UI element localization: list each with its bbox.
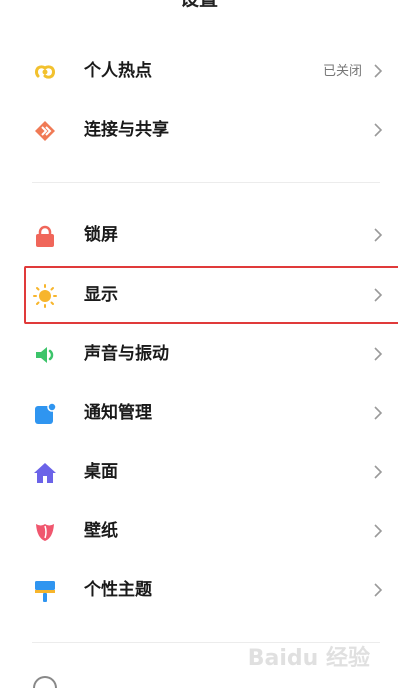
settings-item-label: 个性主题	[84, 580, 152, 599]
settings-item-sound-vibration[interactable]: 声音与振动	[0, 325, 398, 383]
connection-share-icon	[33, 119, 57, 143]
page-title: 设置	[0, 0, 398, 12]
settings-item-label: 锁屏	[84, 225, 118, 244]
speaker-icon	[33, 343, 57, 367]
chevron-right-icon	[371, 228, 385, 242]
chevron-right-icon	[371, 406, 385, 420]
settings-item-label: 声音与振动	[84, 344, 169, 363]
settings-item-desktop[interactable]: 桌面	[0, 443, 398, 501]
settings-item-connection-share[interactable]: 连接与共享	[0, 101, 398, 159]
chevron-right-icon	[371, 465, 385, 479]
status-text: 已关闭	[322, 63, 362, 78]
settings-item-label: 通知管理	[84, 403, 152, 422]
chevron-right-icon	[371, 64, 385, 78]
theme-brush-icon	[33, 579, 57, 603]
chevron-right-icon	[371, 524, 385, 538]
settings-item-lock-screen[interactable]: 锁屏	[0, 206, 398, 264]
lock-icon	[33, 224, 57, 248]
notification-icon	[33, 402, 57, 426]
tulip-icon	[33, 520, 57, 544]
chevron-right-icon	[371, 583, 385, 597]
settings-item-label: 壁纸	[84, 521, 118, 540]
settings-item-label: 桌面	[84, 462, 118, 481]
settings-item-hotspot[interactable]: 个人热点 已关闭	[0, 42, 398, 100]
settings-item-label: 个人热点	[84, 61, 152, 80]
settings-item-notifications[interactable]: 通知管理	[0, 384, 398, 442]
section-divider	[32, 182, 380, 183]
hotspot-icon	[33, 60, 57, 84]
settings-item-themes[interactable]: 个性主题	[0, 561, 398, 619]
watermark: Baidu 经验	[247, 646, 370, 671]
home-icon	[33, 461, 57, 485]
partial-next-item-icon	[33, 676, 57, 688]
chevron-right-icon	[371, 123, 385, 137]
settings-item-wallpaper[interactable]: 壁纸	[0, 502, 398, 560]
settings-item-label: 连接与共享	[84, 120, 169, 139]
highlight-box	[24, 266, 398, 324]
chevron-right-icon	[371, 347, 385, 361]
